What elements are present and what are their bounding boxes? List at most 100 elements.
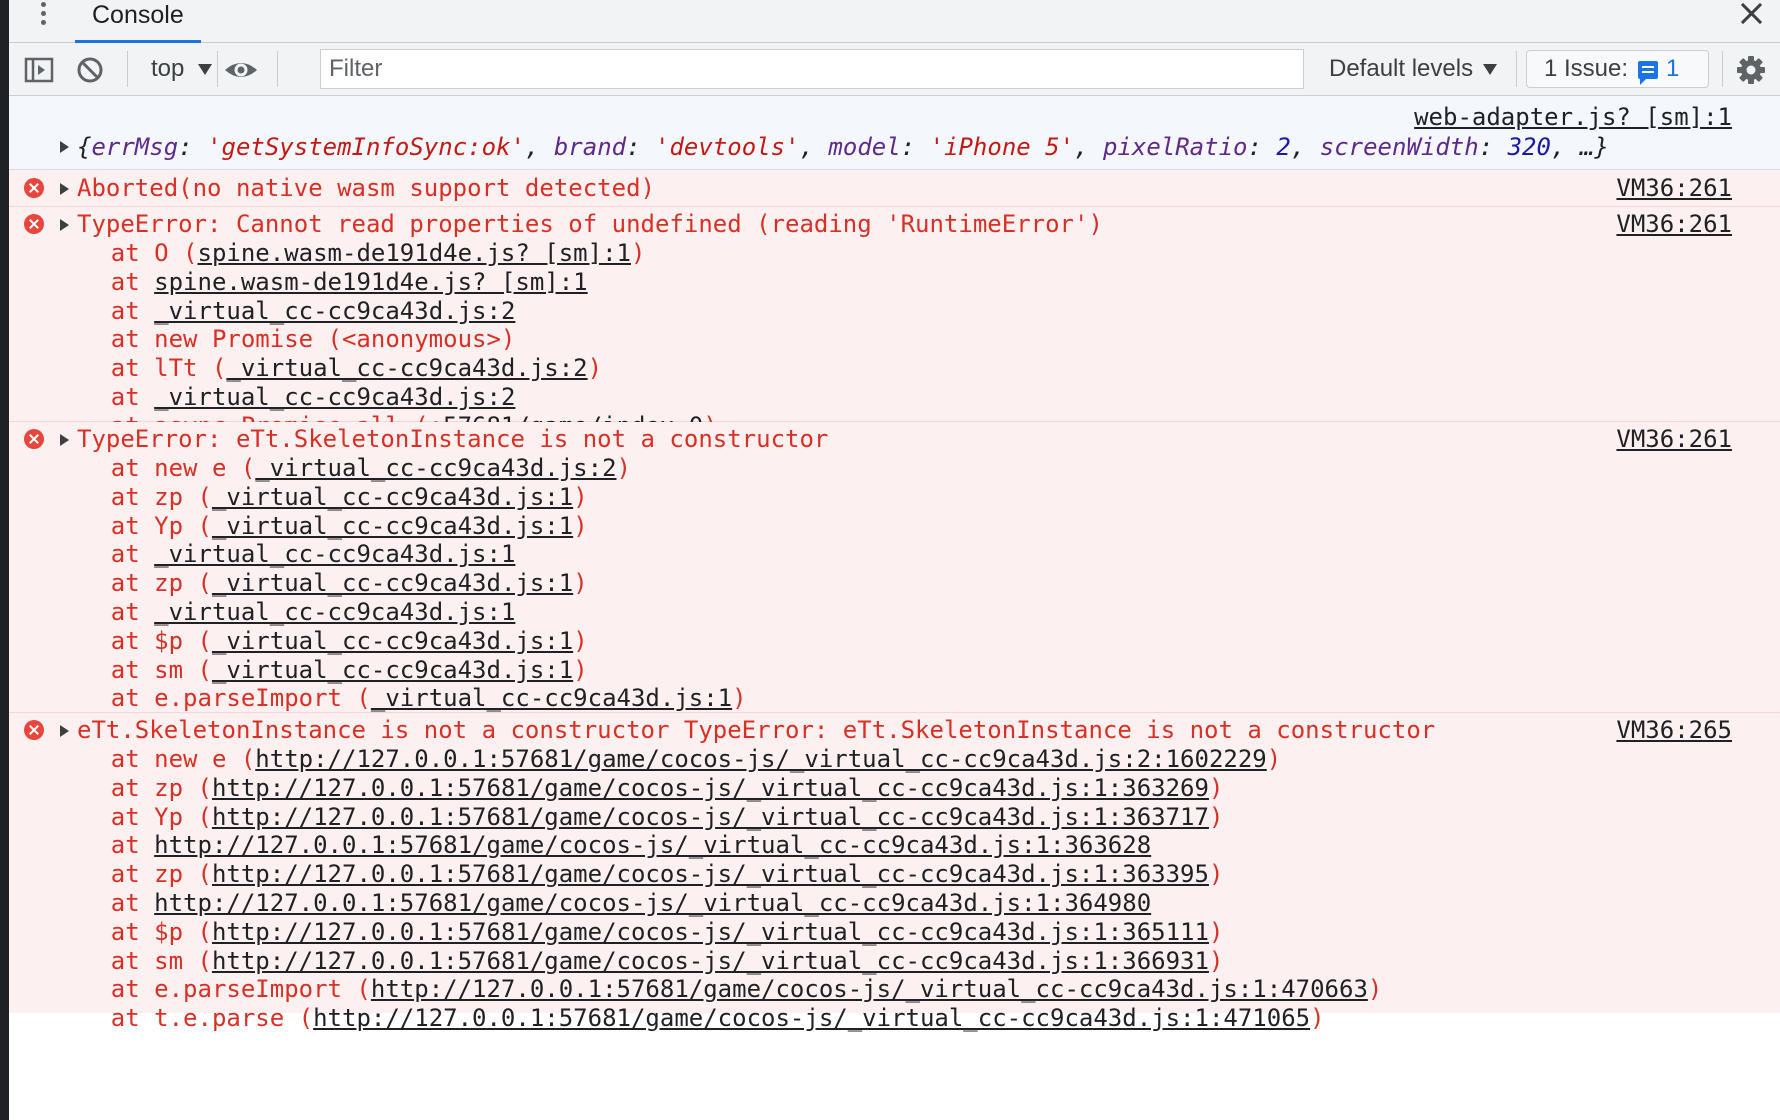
stack-frame: at zp (_virtual_cc-cc9ca43d.js:1) [53,483,588,512]
stack-frame-link[interactable]: _virtual_cc-cc9ca43d.js:2 [255,454,616,482]
filter-input[interactable] [320,49,1304,89]
stack-frame-link[interactable]: http://127.0.0.1:57681/game/cocos-js/_vi… [212,860,1209,888]
stack-frame-text: at t.e.parse ( [53,1004,314,1033]
issues-count: 1 [1666,55,1680,82]
message-source-link[interactable]: VM36:261 [1616,210,1732,239]
expand-triangle-icon[interactable] [60,183,69,195]
stack-frame-link[interactable]: http://127.0.0.1:57681/game/cocos-js/_vi… [371,975,1368,1003]
stack-frame-text: ) [573,511,588,540]
stack-frame-link[interactable]: _virtual_cc-cc9ca43d.js:2 [154,383,515,411]
stack-frame-text: ) [1208,802,1224,831]
stack-frame-link[interactable]: _virtual_cc-cc9ca43d.js:1 [212,627,573,655]
error-text: eTt.SkeletonInstance is not a constructo… [77,716,1436,744]
stack-frame-text: ) [1367,975,1383,1004]
show-sidebar-icon[interactable] [24,55,54,85]
toolbar-divider [1516,51,1517,87]
stack-frame: at sm (_virtual_cc-cc9ca43d.js:1) [53,656,588,685]
stack-frame-text: at $p ( [53,626,212,655]
stack-frame-text: ) [1208,946,1224,975]
stack-frame-text: ) [1208,773,1224,802]
stack-frame: at http://127.0.0.1:57681/game/cocos-js/… [53,831,1151,860]
error-text: Aborted(no native wasm support detected) [77,174,655,202]
clear-console-icon[interactable] [75,55,105,85]
stack-frame-text: ) [732,684,747,713]
live-expression-eye-icon[interactable] [223,55,259,85]
stack-frame: at e.parseImport (http://127.0.0.1:57681… [53,975,1383,1004]
stack-frame-link[interactable]: http://127.0.0.1:57681/game/cocos-js/_vi… [212,918,1209,946]
expand-triangle-icon[interactable] [60,725,69,737]
stack-frame-link[interactable]: _virtual_cc-cc9ca43d.js:1 [371,684,732,712]
dropdown-caret-icon [1483,64,1498,76]
stack-frame-text: at [53,889,155,917]
console-message-error: eTt.SkeletonInstance is not a constructo… [9,713,1780,1032]
stack-frame-link[interactable]: http://127.0.0.1:57681/game/cocos-js/_vi… [212,947,1209,975]
stack-frame-text: at new e ( [53,745,256,773]
stack-frame-link[interactable]: _virtual_cc-cc9ca43d.js:1 [212,656,573,684]
stack-frame-link[interactable]: _virtual_cc-cc9ca43d.js:2 [154,297,515,325]
log-levels-dropdown[interactable]: Default levels [1329,51,1498,87]
stack-frame-text: ) [630,239,646,267]
settings-gear-icon[interactable] [1736,55,1766,85]
stack-frame-link[interactable]: http://127.0.0.1:57681/game/cocos-js/_vi… [212,774,1209,802]
stack-frame-text: ) [587,354,603,383]
stack-frame: at _virtual_cc-cc9ca43d.js:1 [53,598,516,627]
toolbar-divider [1722,51,1723,87]
stack-frame-link[interactable]: spine.wasm-de191d4e.js? [sm]:1 [154,268,587,296]
stack-frame-link[interactable]: http://127.0.0.1:57681/game/cocos-js/_vi… [313,1004,1310,1032]
stack-frame-link[interactable]: _virtual_cc-cc9ca43d.js:1 [212,569,573,597]
stack-frame-text: at [53,598,155,626]
stack-frame-text: at lTt ( [53,354,227,383]
message-source-link[interactable]: VM36:261 [1616,425,1732,454]
stack-frame-text: at e.parseImport ( [53,975,371,1004]
stack-frame-text: at new e ( [53,454,256,482]
stack-frame-link[interactable]: http://127.0.0.1:57681/game/cocos-js/_vi… [154,831,1151,859]
stack-frame-link[interactable]: spine.wasm-de191d4e.js? [sm]:1 [198,239,631,267]
stack-frame-text: at [53,267,155,296]
context-selector-label: top [151,55,185,82]
stack-frame: at $p (_virtual_cc-cc9ca43d.js:1) [53,627,588,656]
message-source-link[interactable]: VM36:265 [1616,716,1732,745]
stack-frame-text: at [53,540,155,569]
stack-frame-text: ) [573,626,588,655]
stack-frame: at zp (http://127.0.0.1:57681/game/cocos… [53,860,1224,889]
stack-frame-text: at O ( [53,239,198,267]
devtools-panel: Console top Filter Default levels 1 Issu… [9,0,1780,1120]
stack-frame-text: at e.parseImport ( [53,684,371,713]
close-icon[interactable] [1738,0,1766,28]
console-message-error: TypeError: eTt.SkeletonInstance is not a… [9,422,1780,741]
stack-frame-link[interactable]: _virtual_cc-cc9ca43d.js:1 [154,598,515,626]
console-messages: web-adapter.js? [sm]:1 {errMsg: 'getSyst… [9,96,1780,1120]
stack-frame-text: ) [573,482,588,511]
stack-frame: at _virtual_cc-cc9ca43d.js:2 [53,297,516,326]
stack-frame-text: ) [1266,745,1282,773]
stack-frame-text: at zp ( [53,860,212,889]
message-source-link[interactable]: web-adapter.js? [sm]:1 [1414,103,1732,132]
stack-frame: at _virtual_cc-cc9ca43d.js:1 [53,540,516,569]
stack-frame: at sm (http://127.0.0.1:57681/game/cocos… [53,946,1224,976]
expand-triangle-icon[interactable] [60,141,69,153]
expand-triangle-icon[interactable] [60,219,69,231]
stack-frame-link[interactable]: _virtual_cc-cc9ca43d.js:1 [212,512,573,540]
error-icon [24,214,44,234]
stack-frame-link[interactable]: http://127.0.0.1:57681/game/cocos-js/_vi… [255,745,1266,773]
stack-frame: at Yp (http://127.0.0.1:57681/game/cocos… [53,802,1224,832]
issues-button[interactable]: 1 Issue: 1 [1526,50,1709,88]
more-tabs-icon[interactable] [33,0,53,32]
message-source-link[interactable]: VM36:261 [1616,174,1732,203]
console-toolbar: top Default levels 1 Issue: 1 [9,43,1780,96]
stack-frame: at zp (_virtual_cc-cc9ca43d.js:1) [53,569,588,598]
stack-frame-text: at sm ( [53,946,212,975]
tab-console[interactable]: Console [75,0,201,43]
stack-frame-link[interactable]: _virtual_cc-cc9ca43d.js:2 [226,354,587,382]
stack-frame-link[interactable]: _virtual_cc-cc9ca43d.js:1 [154,540,515,568]
stack-frame-link[interactable]: http://127.0.0.1:57681/game/cocos-js/_vi… [212,803,1209,831]
stack-frame: at t.e.parse (http://127.0.0.1:57681/gam… [53,1004,1325,1033]
stack-frame-text: at sm ( [53,655,212,684]
left-edge-bar [0,0,9,1120]
stack-frame-link[interactable]: http://127.0.0.1:57681/game/cocos-js/_vi… [154,889,1151,917]
object-preview[interactable]: {errMsg: 'getSystemInfoSync:ok', brand: … [77,133,1609,162]
context-selector[interactable]: top [151,51,213,87]
expand-triangle-icon[interactable] [60,434,69,446]
stack-frame-link[interactable]: _virtual_cc-cc9ca43d.js:1 [212,483,573,511]
stack-frame-text: at [53,831,155,860]
